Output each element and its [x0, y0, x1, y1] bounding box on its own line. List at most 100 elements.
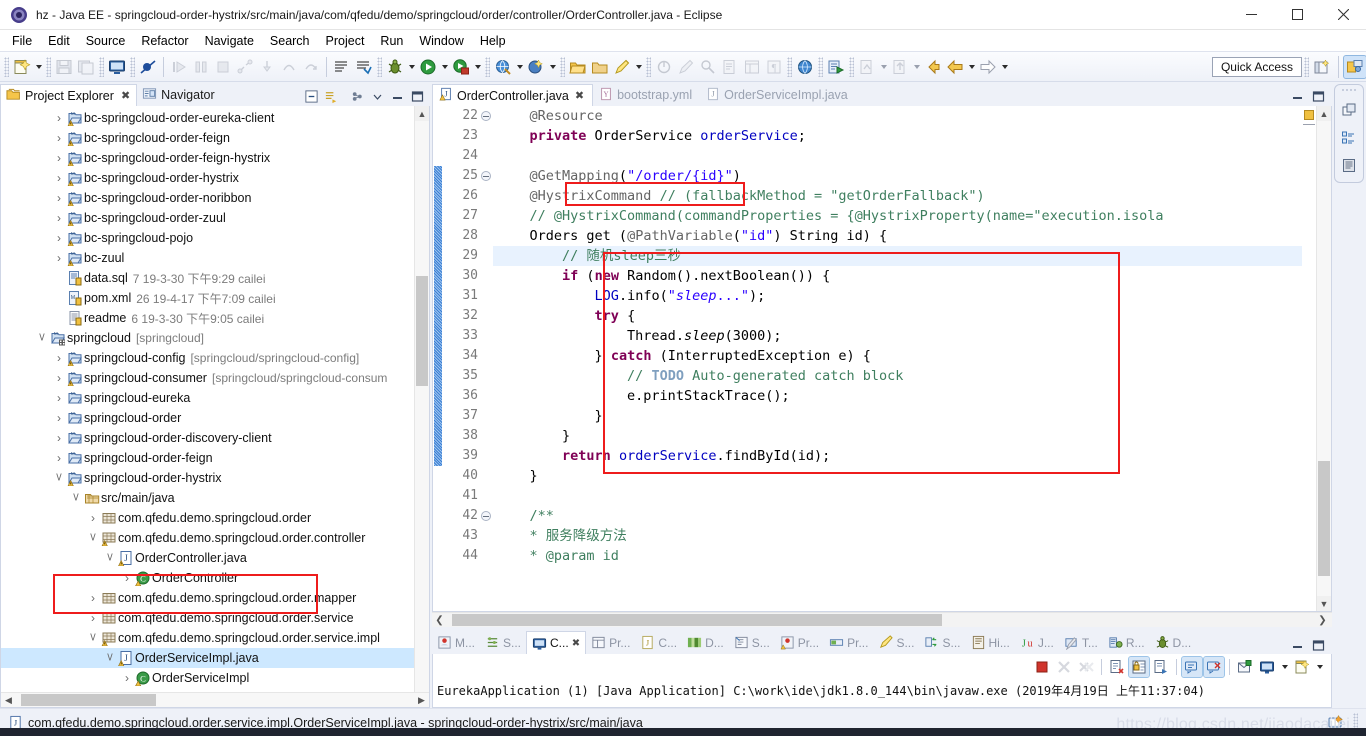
console-tab[interactable]: Pr...: [824, 631, 873, 654]
code-line[interactable]: e.printStackTrace();: [493, 386, 1331, 406]
code-line[interactable]: LOG.info("sleep...");: [493, 286, 1331, 306]
close-folder-icon[interactable]: [589, 56, 611, 78]
tree-row[interactable]: › com.qfedu.demo.springcloud.order.mapper: [1, 588, 429, 608]
run-as-coverage-icon[interactable]: [450, 56, 472, 78]
code-line[interactable]: [493, 146, 1331, 166]
run-icon[interactable]: [417, 56, 439, 78]
menu-refactor[interactable]: Refactor: [133, 32, 196, 50]
previous-annotation-dropdown-icon[interactable]: [878, 56, 889, 78]
java-project-dropdown-icon[interactable]: [547, 56, 558, 78]
code-line[interactable]: * 服务降级方法: [493, 526, 1331, 546]
tree-row[interactable]: ˅ com.qfedu.demo.springcloud.order.servic…: [1, 628, 429, 648]
tree-row[interactable]: › C OrderController: [1, 568, 429, 588]
profile-icon[interactable]: [653, 56, 675, 78]
tree-collapsed-arrow-icon[interactable]: ›: [52, 151, 66, 165]
restore-views-icon[interactable]: [1338, 99, 1360, 121]
tree-collapsed-arrow-icon[interactable]: ›: [86, 511, 100, 525]
console-tab[interactable]: D...: [682, 631, 729, 654]
tree-collapsed-arrow-icon[interactable]: ›: [52, 251, 66, 265]
clear-console-icon[interactable]: [1107, 657, 1127, 677]
code-line[interactable]: } catch (InterruptedException e) {: [493, 346, 1331, 366]
toolbar-grip-9[interactable]: [787, 56, 792, 77]
open-task-icon[interactable]: [353, 56, 375, 78]
open-perspective-icon[interactable]: [1311, 56, 1333, 78]
save-icon[interactable]: [53, 56, 75, 78]
task-list-view-icon[interactable]: [1338, 155, 1360, 177]
tree-row[interactable]: › Mspringcloud-consumer [springcloud/spri…: [1, 368, 429, 388]
tree-row[interactable]: ˅ Mspringcloud-order-hystrix: [1, 468, 429, 488]
tree-expanded-arrow-icon[interactable]: ˅: [86, 530, 100, 546]
tree-row[interactable]: › Mbc-springcloud-order-hystrix: [1, 168, 429, 188]
fold-collapse-icon[interactable]: [481, 511, 491, 521]
tree-collapsed-arrow-icon[interactable]: ›: [52, 171, 66, 185]
console-tab[interactable]: S...: [873, 631, 919, 654]
editor-scroll-down-icon[interactable]: ▼: [1317, 596, 1331, 611]
editor-code-area[interactable]: @Resource private OrderService orderServ…: [493, 106, 1331, 611]
minimize-button[interactable]: [1228, 0, 1274, 30]
menu-edit[interactable]: Edit: [40, 32, 78, 50]
remove-launch-icon[interactable]: [1054, 657, 1074, 677]
new-server-icon[interactable]: [106, 56, 128, 78]
tree-row[interactable]: ˅ Mspringcloud [springcloud]: [1, 328, 429, 348]
tree-row[interactable]: › Mbc-springcloud-order-zuul: [1, 208, 429, 228]
tree-expanded-arrow-icon[interactable]: ˅: [103, 550, 117, 566]
forward-icon[interactable]: [977, 56, 999, 78]
tree-row[interactable]: › Mbc-zuul: [1, 248, 429, 268]
close-button[interactable]: [1320, 0, 1366, 30]
open-console-menu-icon[interactable]: [1292, 657, 1312, 677]
toolbar-grip-11[interactable]: [849, 56, 854, 77]
paragraph-icon[interactable]: ¶: [763, 56, 785, 78]
tree-collapsed-arrow-icon[interactable]: ›: [52, 411, 66, 425]
display-selected-console-icon[interactable]: [1203, 656, 1225, 678]
fold-collapse-icon[interactable]: [481, 171, 491, 181]
tree-scroll-right-icon[interactable]: ▶: [414, 693, 429, 708]
code-line[interactable]: @Resource: [493, 106, 1331, 126]
search-db-icon[interactable]: [697, 56, 719, 78]
editor-tab-close-icon[interactable]: ✖: [575, 89, 584, 102]
toolbar-grip-7[interactable]: [560, 56, 565, 77]
run-dropdown-icon[interactable]: [439, 56, 450, 78]
tree-row[interactable]: › Mspringcloud-order-discovery-client: [1, 428, 429, 448]
menu-run[interactable]: Run: [372, 32, 411, 50]
console-tab[interactable]: J C...: [635, 631, 682, 654]
code-line[interactable]: if (new Random().nextBoolean()) {: [493, 266, 1331, 286]
tree-expanded-arrow-icon[interactable]: ˅: [69, 490, 83, 506]
code-line[interactable]: return orderService.findById(id);: [493, 446, 1331, 466]
editor-maximize-icon[interactable]: [1309, 87, 1327, 105]
tree-row[interactable]: › Mspringcloud-eureka: [1, 388, 429, 408]
tree-expanded-arrow-icon[interactable]: ˅: [52, 470, 66, 486]
menu-help[interactable]: Help: [472, 32, 514, 50]
tree-expanded-arrow-icon[interactable]: ˅: [35, 330, 49, 346]
console-view-dropdown-icon[interactable]: [1279, 656, 1290, 678]
annotate-dropdown-icon[interactable]: [633, 56, 644, 78]
tree-row[interactable]: › Mspringcloud-order-feign: [1, 448, 429, 468]
view-menu-chevron-icon[interactable]: [368, 87, 386, 105]
new-wizard-icon[interactable]: [11, 56, 33, 78]
editor-scroll-right-icon[interactable]: ❯: [1315, 613, 1330, 628]
tree-row[interactable]: › Mbc-springcloud-order-eureka-client: [1, 108, 429, 128]
new-wizard-dropdown-icon[interactable]: [33, 56, 44, 78]
code-line[interactable]: private OrderService orderService;: [493, 126, 1331, 146]
editor-tab-bootstrap[interactable]: Y bootstrap.yml: [593, 84, 700, 106]
toolbar-grip-6[interactable]: [485, 56, 490, 77]
editor-tab-ordercontroller[interactable]: J OrderController.java ✖: [432, 84, 594, 106]
editor-overview-ruler[interactable]: [1302, 106, 1316, 611]
fast-view-grip[interactable]: [1341, 88, 1357, 93]
tree-collapsed-arrow-icon[interactable]: ›: [52, 431, 66, 445]
scroll-lock-icon[interactable]: [1128, 656, 1150, 678]
forward-dropdown-icon[interactable]: [999, 56, 1010, 78]
editor-horizontal-scrollbar[interactable]: ❮ ❯: [432, 612, 1332, 627]
tree-collapsed-arrow-icon[interactable]: ›: [120, 671, 134, 685]
tab-project-explorer-close-icon[interactable]: ✖: [121, 89, 130, 102]
resume-icon[interactable]: [168, 56, 190, 78]
annotate-icon[interactable]: [611, 56, 633, 78]
tree-collapsed-arrow-icon[interactable]: ›: [86, 591, 100, 605]
coverage-dropdown-icon[interactable]: [472, 56, 483, 78]
tree-row[interactable]: readme 6 19-3-30 下午9:05 cailei: [1, 308, 429, 328]
pen-icon[interactable]: [675, 56, 697, 78]
tab-navigator[interactable]: Navigator: [137, 84, 221, 106]
code-line[interactable]: Orders get (@PathVariable("id") String i…: [493, 226, 1331, 246]
editor-scroll-up-icon[interactable]: ▲: [1317, 106, 1331, 121]
tree-vertical-scrollbar[interactable]: ▲ ▼: [414, 106, 429, 707]
maximize-button[interactable]: [1274, 0, 1320, 30]
